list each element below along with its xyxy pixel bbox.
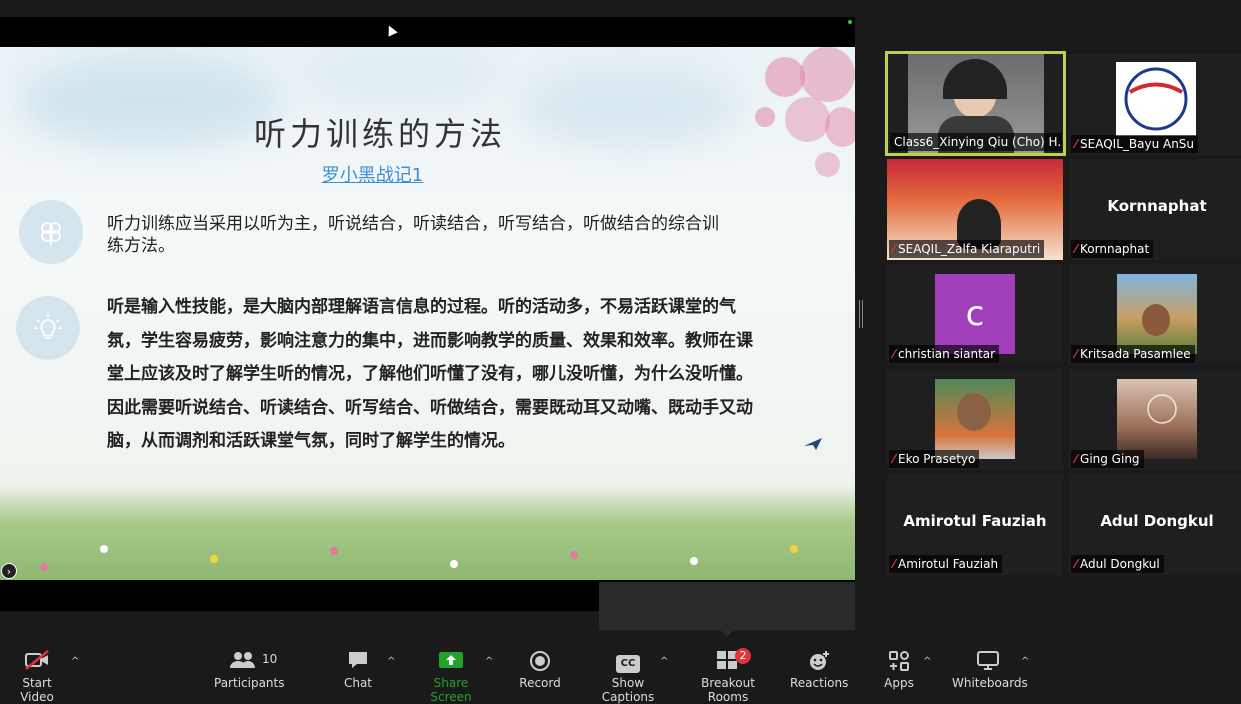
reactions-label: Reactions bbox=[790, 676, 849, 690]
chat-button[interactable]: Chat bbox=[336, 650, 380, 690]
mic-off-icon: ⁄ bbox=[893, 452, 896, 466]
participant-display-name: Amirotul Fauziah bbox=[903, 512, 1047, 530]
mic-off-icon: ⁄ bbox=[1075, 137, 1078, 151]
panel-resize-handle[interactable] bbox=[859, 300, 863, 328]
participant-name: ⁄ Eko Prasetyo bbox=[889, 450, 980, 468]
participants-button[interactable]: 10 Participants bbox=[214, 650, 285, 690]
mic-off-icon: ⁄ bbox=[893, 347, 896, 361]
participant-name: ⁄ Ging Ging bbox=[1071, 450, 1144, 468]
record-button[interactable]: Record bbox=[518, 650, 562, 690]
participant-tile[interactable]: ⁄ Ging Ging bbox=[1069, 369, 1241, 470]
chat-options-caret-icon[interactable]: ^ bbox=[387, 656, 395, 667]
lightbulb-icon bbox=[16, 296, 80, 360]
participant-tile[interactable]: c ⁄ christian siantar bbox=[887, 264, 1063, 365]
participant-tile[interactable]: ⁄ SEAQIL_Zalfa Kiaraputri bbox=[887, 159, 1063, 260]
breakout-rooms-button[interactable]: 2 Breakout Rooms bbox=[682, 648, 774, 704]
avatar: c bbox=[935, 274, 1015, 354]
chat-label: Chat bbox=[343, 676, 373, 690]
reactions-icon bbox=[790, 650, 848, 672]
bird-icon bbox=[804, 438, 822, 450]
share-options-caret-icon[interactable]: ^ bbox=[485, 656, 493, 667]
participant-tile[interactable]: Amirotul Fauziah ⁄ Amirotul Fauziah bbox=[887, 474, 1063, 575]
participant-tile[interactable]: Adul Dongkul ⁄ Adul Dongkul bbox=[1069, 474, 1241, 575]
participant-video bbox=[935, 379, 1015, 459]
shared-screen: 听力训练的方法 罗小黑战记1 听力训练应当采用以听为主，听说结合，听读结合，听写… bbox=[0, 17, 855, 611]
participant-name: ⁄ Kornnaphat bbox=[1071, 240, 1154, 258]
participant-name: ⁄ christian siantar bbox=[889, 345, 1000, 363]
mic-off-icon: ⁄ bbox=[1075, 347, 1078, 361]
captions-options-caret-icon[interactable]: ^ bbox=[660, 656, 668, 667]
meeting-toolbar: Start Video ^ 10 Participants Chat ^ Sha… bbox=[0, 640, 1241, 704]
video-options-caret-icon[interactable]: ^ bbox=[71, 656, 79, 667]
whiteboards-label: Whiteboards bbox=[952, 676, 1028, 690]
mic-off-icon: ⁄ bbox=[1075, 242, 1078, 256]
reactions-button[interactable]: Reactions bbox=[790, 650, 848, 690]
record-label: Record bbox=[519, 676, 561, 690]
apps-icon bbox=[880, 650, 918, 672]
participant-name: Class6_Xinying Qiu (Cho) H... bbox=[890, 133, 1062, 151]
participant-name: ⁄ Kritsada Pasamlee bbox=[1071, 345, 1195, 363]
breakout-rooms-icon: 2 bbox=[715, 648, 751, 672]
captions-icon-text: CC bbox=[616, 655, 640, 673]
participant-video bbox=[1117, 274, 1197, 354]
slide-title: 听力训练的方法 bbox=[253, 115, 506, 153]
breakout-badge: 2 bbox=[735, 648, 751, 664]
slide-paragraph-method: 听力训练应当采用以听为主，听说结合，听读结合，听写结合，听做结合的综合训练方法。 bbox=[107, 214, 719, 256]
chat-icon bbox=[336, 650, 380, 672]
participant-tile[interactable]: ⁄ Eko Prasetyo bbox=[887, 369, 1063, 470]
tooltip-popup bbox=[599, 582, 855, 630]
show-captions-button[interactable]: CC Show Captions bbox=[586, 650, 670, 704]
participant-display-name: Kornnaphat bbox=[1107, 197, 1207, 215]
mic-off-icon: ⁄ bbox=[893, 242, 896, 256]
apps-options-caret-icon[interactable]: ^ bbox=[923, 656, 931, 667]
presentation-slide: 听力训练的方法 罗小黑战记1 听力训练应当采用以听为主，听说结合，听读结合，听写… bbox=[0, 47, 855, 580]
share-screen-button[interactable]: Share Screen bbox=[414, 650, 488, 704]
participant-name: ⁄ SEAQIL_Zalfa Kiaraputri bbox=[889, 240, 1045, 258]
video-off-icon bbox=[4, 650, 70, 672]
participant-tile[interactable]: ⁄ Kritsada Pasamlee bbox=[1069, 264, 1241, 365]
clover-icon bbox=[19, 200, 83, 264]
mic-off-icon: ⁄ bbox=[893, 557, 896, 571]
participant-tile[interactable]: Class6_Xinying Qiu (Cho) H... bbox=[885, 51, 1066, 156]
slide-paragraph-explanation: 听是输入性技能，是大脑内部理解语言信息的过程。听的活动多，不易活跃课堂的气氛，学… bbox=[107, 297, 753, 451]
next-arrow-icon[interactable]: › bbox=[1, 563, 17, 579]
participant-name: ⁄ SEAQIL_Bayu AnSu bbox=[1071, 135, 1199, 153]
seameo-logo bbox=[1116, 62, 1196, 136]
breakout-rooms-label: Breakout Rooms bbox=[701, 676, 755, 704]
status-dot bbox=[848, 20, 852, 24]
whiteboard-options-caret-icon[interactable]: ^ bbox=[1021, 656, 1029, 667]
participants-label: Participants bbox=[214, 676, 285, 690]
record-icon bbox=[518, 650, 562, 672]
start-video-button[interactable]: Start Video bbox=[4, 650, 70, 704]
participant-display-name: Adul Dongkul bbox=[1100, 512, 1214, 530]
show-captions-label: Show Captions bbox=[601, 676, 655, 704]
whiteboards-button[interactable]: Whiteboards bbox=[952, 650, 1028, 690]
participants-icon: 10 bbox=[214, 650, 282, 672]
participant-name: ⁄ Amirotul Fauziah bbox=[889, 555, 1003, 573]
share-screen-label: Share Screen bbox=[430, 676, 472, 704]
apps-label: Apps bbox=[884, 676, 914, 690]
participant-name: ⁄ Adul Dongkul bbox=[1071, 555, 1164, 573]
cherry-blossom-decoration bbox=[745, 47, 855, 187]
apps-button[interactable]: Apps bbox=[880, 650, 918, 690]
whiteboard-icon bbox=[952, 650, 1024, 672]
slide-video-link[interactable]: 罗小黑战记1 bbox=[0, 161, 745, 187]
participant-tile[interactable]: ⁄ SEAQIL_Bayu AnSu bbox=[1069, 54, 1241, 155]
participant-tile[interactable]: Kornnaphat ⁄ Kornnaphat bbox=[1069, 159, 1241, 260]
participants-count: 10 bbox=[262, 652, 278, 666]
participant-video bbox=[1117, 379, 1197, 459]
captions-icon: CC bbox=[586, 650, 670, 673]
tooltip-caret bbox=[720, 630, 734, 637]
start-video-label: Start Video bbox=[20, 676, 54, 704]
mic-off-icon: ⁄ bbox=[1075, 557, 1078, 571]
mic-off-icon: ⁄ bbox=[1075, 452, 1078, 466]
meadow-decoration bbox=[0, 485, 855, 580]
share-screen-icon bbox=[414, 650, 488, 672]
